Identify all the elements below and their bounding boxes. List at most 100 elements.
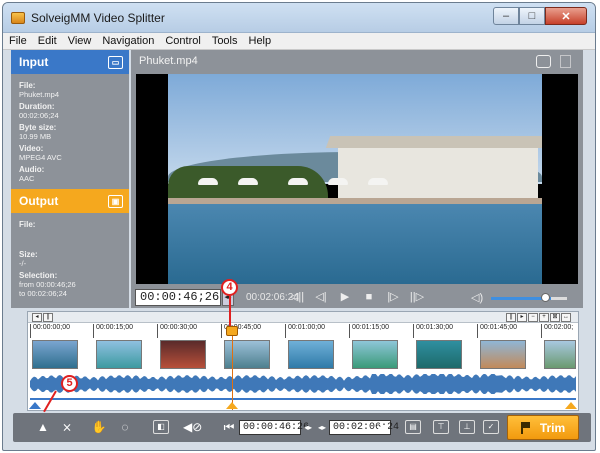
- set-start-marker-icon[interactable]: ▲: [35, 420, 51, 434]
- volume-knob[interactable]: [541, 293, 550, 302]
- comment-icon[interactable]: ◌: [117, 420, 133, 434]
- selection-bar: [30, 398, 576, 400]
- maximize-button[interactable]: □: [519, 7, 545, 25]
- open-folder-icon[interactable]: ▭: [108, 55, 123, 69]
- zoom-in-icon[interactable]: +: [539, 313, 549, 322]
- start-marker[interactable]: [29, 402, 41, 409]
- jump-end-icon[interactable]: ||▷: [406, 290, 428, 305]
- menu-navigation[interactable]: Navigation: [102, 35, 154, 47]
- start-time-field[interactable]: 00:00:46:26: [239, 420, 309, 435]
- output-file-value: [19, 229, 121, 247]
- volume-icon[interactable]: ◁): [471, 291, 483, 304]
- check-icon[interactable]: ✓: [483, 420, 499, 434]
- thumbnail-strip: [28, 340, 578, 372]
- menu-file[interactable]: File: [9, 35, 27, 47]
- audio-value: AAC: [19, 174, 35, 183]
- split-multi-icon[interactable]: ⊥: [459, 420, 475, 434]
- ruler-label: 00:00:30;00: [157, 324, 197, 338]
- end-time-spin-icon[interactable]: ◂▸: [317, 420, 327, 435]
- audio-label: Audio:: [19, 165, 45, 174]
- menu-view[interactable]: View: [68, 35, 92, 47]
- jump-start-icon[interactable]: ◁||: [286, 290, 308, 305]
- menu-help[interactable]: Help: [249, 35, 272, 47]
- save-icon[interactable]: ▣: [108, 194, 123, 208]
- film-icon[interactable]: ▤: [405, 420, 421, 434]
- output-title: Output: [19, 194, 59, 208]
- step-back-icon[interactable]: ◁|: [310, 290, 332, 305]
- mute-icon[interactable]: ◀⊘: [183, 420, 202, 434]
- app-window: SolveigMM Video Splitter ‒ □ ✕ File Edit…: [2, 2, 596, 451]
- file-label: File:: [19, 81, 36, 90]
- zoom-out-icon[interactable]: −: [528, 313, 538, 322]
- transport-buttons: ◁|| ◁| ▶ ■ |▷ ||▷: [286, 290, 430, 305]
- video-value: MPEG4 AVC: [19, 153, 62, 162]
- input-section-header: Input ▭: [11, 50, 129, 74]
- callout-5: 5: [61, 375, 78, 392]
- thumbnail: [352, 340, 398, 369]
- frame-umbrella: [238, 178, 258, 185]
- menu-edit[interactable]: Edit: [38, 35, 57, 47]
- go-to-start-icon[interactable]: ⏮: [221, 420, 237, 434]
- timeline[interactable]: ◂ || || ▸ − + ⊠ ↔ 00:00:00;00 00:00:15;0…: [27, 311, 579, 411]
- video-label: Video:: [19, 144, 44, 153]
- output-file-label: File:: [19, 220, 36, 229]
- step-forward-icon[interactable]: |▷: [382, 290, 404, 305]
- thumbs-up-icon[interactable]: ✋: [91, 420, 107, 434]
- ruler-label: 00:00:15;00: [93, 324, 133, 338]
- audio-waveform: [30, 373, 576, 395]
- output-info: File: Size: -/- Selection: from 00:00:46…: [11, 213, 129, 302]
- split-icon[interactable]: ⊤: [433, 420, 449, 434]
- app-icon: [11, 12, 25, 24]
- snapshot-icon[interactable]: [536, 55, 551, 68]
- output-section-header: Output ▣: [11, 189, 129, 213]
- thumbnail: [288, 340, 334, 369]
- timeline-toolbar: ◂ || || ▸ − + ⊠ ↔: [28, 312, 578, 323]
- playhead-handle[interactable]: [226, 326, 238, 336]
- minimize-button[interactable]: ‒: [493, 7, 519, 25]
- go-to-end-icon[interactable]: ⏭: [375, 420, 391, 434]
- play-icon[interactable]: ▶: [334, 290, 356, 305]
- fit-icon[interactable]: ⊠: [550, 313, 560, 322]
- stop-icon[interactable]: ■: [358, 290, 380, 305]
- ruler-label: 00:01:45;00: [477, 324, 517, 338]
- trash-icon[interactable]: [560, 55, 571, 68]
- duration-value: 00:02:06;24: [19, 111, 59, 120]
- scroll-right-icon[interactable]: ▸: [517, 313, 527, 322]
- time-ruler: 00:00:00;00 00:00:15;00 00:00:30;00 00:0…: [28, 324, 578, 338]
- window-title: SolveigMM Video Splitter: [31, 11, 165, 25]
- video-frame: [168, 74, 542, 284]
- selection-start-marker[interactable]: [226, 402, 238, 409]
- menu-tools[interactable]: Tools: [212, 35, 238, 47]
- ruler-label: 00:01:00;00: [285, 324, 325, 338]
- remove-marker-icon[interactable]: ⨯: [59, 420, 75, 434]
- flag-icon: [520, 421, 530, 434]
- current-time-field[interactable]: 00:00:46;26: [135, 289, 221, 306]
- menu-bar: File Edit View Navigation Control Tools …: [3, 33, 595, 50]
- crop-icon[interactable]: ◧: [153, 420, 169, 434]
- close-button[interactable]: ✕: [545, 7, 587, 25]
- start-time-spin-icon[interactable]: ◂▸: [303, 420, 313, 435]
- menu-control[interactable]: Control: [165, 35, 200, 47]
- thumbnail: [224, 340, 270, 369]
- pause-icon[interactable]: ||: [43, 313, 53, 322]
- video-screen[interactable]: [136, 74, 578, 284]
- player-controls: 00:00:46;26 ◂▸ 00:02:06:24 ◁|| ◁| ▶ ■ |▷…: [131, 288, 583, 308]
- frame-umbrella: [328, 178, 348, 185]
- trim-button[interactable]: Trim: [507, 415, 579, 440]
- video-filename: Phuket.mp4: [139, 55, 198, 67]
- thumbnail: [32, 340, 78, 369]
- frame-umbrella: [198, 178, 218, 185]
- expand-icon[interactable]: ↔: [561, 313, 571, 322]
- input-info: File: Phuket.mp4 Duration: 00:02:06;24 B…: [11, 74, 129, 187]
- scroll-left-icon[interactable]: ◂: [32, 313, 42, 322]
- video-area: Phuket.mp4 00:00:46;26 ◂▸ 00:02:06:24 ◁|…: [131, 50, 583, 308]
- frame-umbrella: [288, 178, 308, 185]
- selection-end-marker[interactable]: [565, 402, 577, 409]
- selection-from: from 00:00:46;26: [19, 280, 76, 289]
- title-bar: SolveigMM Video Splitter ‒ □ ✕: [3, 3, 595, 33]
- window-controls: ‒ □ ✕: [493, 7, 587, 25]
- pause-right-icon[interactable]: ||: [506, 313, 516, 322]
- thumbnail: [160, 340, 206, 369]
- bytesize-value: 10.99 MB: [19, 132, 52, 141]
- selection-label: Selection:: [19, 271, 58, 280]
